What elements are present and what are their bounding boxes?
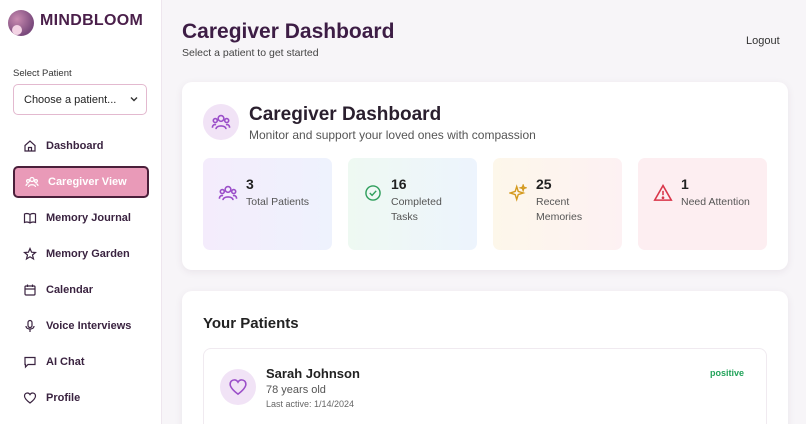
sidebar-item-label: Voice Interviews xyxy=(46,320,132,332)
page-title: Caregiver Dashboard xyxy=(182,20,395,43)
sidebar-item-voice-interviews[interactable]: Voice Interviews xyxy=(13,310,149,342)
users-icon xyxy=(203,104,239,140)
star-icon xyxy=(23,247,37,261)
sidebar-nav: Dashboard Caregiver View Memory Journal … xyxy=(13,130,149,418)
chevron-down-icon xyxy=(129,94,139,106)
page-subtitle: Select a patient to get started xyxy=(182,47,319,59)
stat-label: Recent Memories xyxy=(536,196,583,223)
calendar-icon xyxy=(23,283,37,297)
sidebar-item-label: Calendar xyxy=(46,284,94,296)
sidebar-item-label: Dashboard xyxy=(46,140,104,152)
stat-value: 25 xyxy=(536,176,552,192)
patient-name: Sarah Johnson xyxy=(266,366,360,381)
logo-icon xyxy=(8,10,34,36)
sidebar-item-label: Memory Garden xyxy=(46,248,130,260)
stat-value: 16 xyxy=(391,176,407,192)
stat-label: Total Patients xyxy=(246,196,310,208)
home-icon xyxy=(23,139,37,153)
stat-need-attention: 1 Need Attention xyxy=(638,158,767,250)
sidebar-item-memory-garden[interactable]: Memory Garden xyxy=(13,238,149,270)
overview-title: Caregiver Dashboard xyxy=(249,104,442,125)
sidebar-item-calendar[interactable]: Calendar xyxy=(13,274,149,306)
brand-name: MINDBLOOM xyxy=(40,12,144,29)
sidebar-item-memory-journal[interactable]: Memory Journal xyxy=(13,202,149,234)
overview-card: Caregiver Dashboard Monitor and support … xyxy=(182,82,788,270)
select-patient-label: Select Patient xyxy=(13,68,72,79)
patients-title: Your Patients xyxy=(203,315,299,332)
sparkles-icon xyxy=(507,182,529,204)
stat-label: Completed Tasks xyxy=(391,196,442,223)
mic-icon xyxy=(23,319,37,333)
heart-icon xyxy=(23,391,37,405)
stat-value: 1 xyxy=(681,176,689,192)
brand[interactable] xyxy=(8,10,34,36)
sidebar-item-label: Memory Journal xyxy=(46,212,131,224)
users-icon xyxy=(217,182,239,204)
sidebar-item-caregiver-view[interactable]: Caregiver View xyxy=(13,166,149,198)
patient-last-active: Last active: 1/14/2024 xyxy=(266,399,355,409)
warning-icon xyxy=(652,182,674,204)
book-icon xyxy=(23,211,37,225)
stat-recent-memories: 25 Recent Memories xyxy=(493,158,622,250)
heart-icon xyxy=(220,369,256,405)
sidebar-item-label: Profile xyxy=(46,392,81,404)
logout-button[interactable]: Logout xyxy=(746,35,780,47)
patient-card[interactable]: Sarah Johnson 78 years old Last active: … xyxy=(203,348,767,424)
sidebar-item-dashboard[interactable]: Dashboard xyxy=(13,130,149,162)
stat-completed-tasks: 16 Completed Tasks xyxy=(348,158,477,250)
patient-mood-badge: positive xyxy=(709,368,744,378)
check-circle-icon xyxy=(362,182,384,204)
patient-select[interactable]: Choose a patient... xyxy=(13,84,147,115)
sidebar-item-profile[interactable]: Profile xyxy=(13,382,149,414)
patient-select-value: Choose a patient... xyxy=(24,93,117,106)
sidebar-item-ai-chat[interactable]: AI Chat xyxy=(13,346,149,378)
sidebar-item-label: Caregiver View xyxy=(48,176,127,188)
chat-icon xyxy=(23,355,37,369)
stat-value: 3 xyxy=(246,176,254,192)
stat-total-patients: 3 Total Patients xyxy=(203,158,332,250)
users-icon xyxy=(25,175,39,189)
sidebar: MINDBLOOM Select Patient Choose a patien… xyxy=(0,0,162,424)
stat-label: Need Attention xyxy=(681,196,750,208)
sidebar-item-label: AI Chat xyxy=(46,356,85,368)
overview-subtitle: Monitor and support your loved ones with… xyxy=(249,128,536,142)
patients-card: Your Patients Sarah Johnson 78 years old… xyxy=(182,291,788,424)
patient-age: 78 years old xyxy=(266,384,326,396)
